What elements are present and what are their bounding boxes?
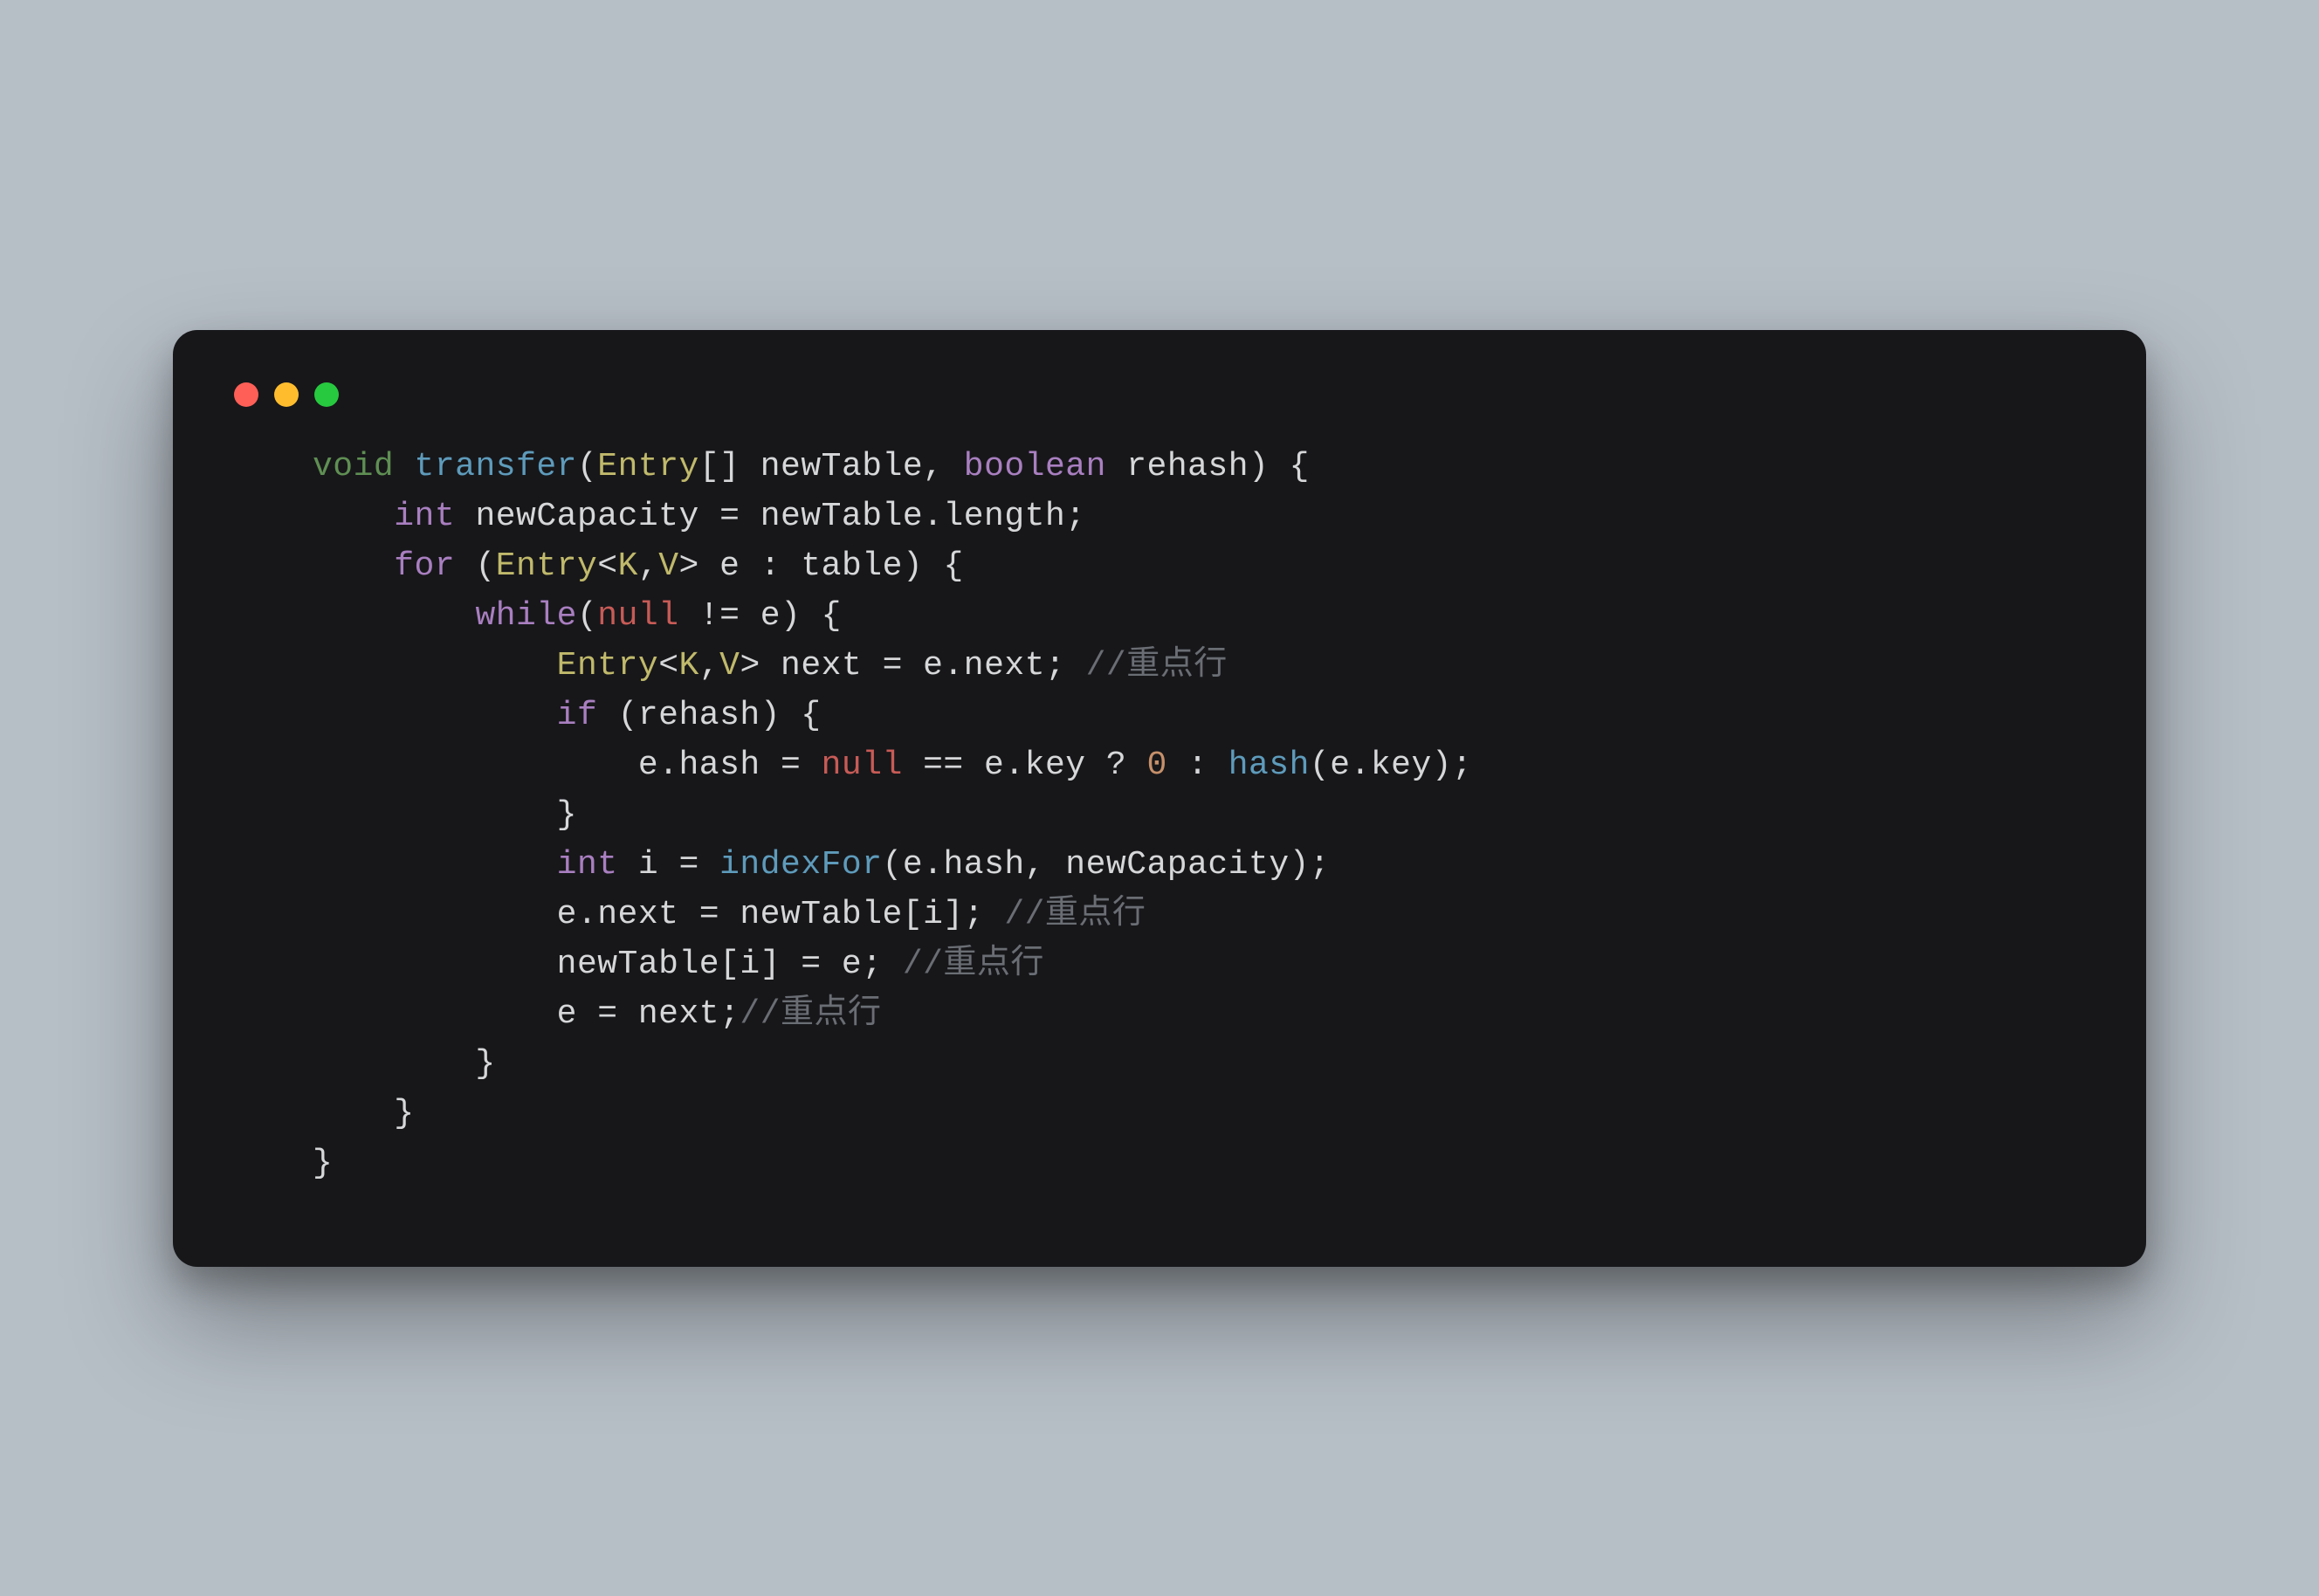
tok-indent	[313, 846, 557, 884]
tok-text: (rehash) {	[597, 697, 821, 734]
tok-punct: <	[658, 647, 678, 684]
tok-keyword: int	[394, 498, 455, 535]
tok-text: e.next = newTable[i];	[313, 896, 1004, 933]
tok-keyword: int	[557, 846, 618, 884]
tok-text: }	[313, 1145, 333, 1182]
tok-comment: //重点行	[1086, 647, 1228, 684]
tok-keyword: for	[394, 547, 455, 585]
close-icon[interactable]	[234, 382, 258, 407]
tok-comment: //重点行	[1004, 896, 1146, 933]
tok-text: != e) {	[679, 597, 842, 635]
tok-number: 0	[1146, 746, 1166, 784]
tok-punct: ,	[923, 448, 964, 485]
zoom-icon[interactable]	[314, 382, 339, 407]
tok-text: (e.key);	[1310, 746, 1472, 784]
tok-indent	[313, 647, 557, 684]
tok-text: }	[313, 1045, 496, 1083]
tok-comment: //重点行	[903, 946, 1044, 983]
tok-indent	[313, 746, 638, 784]
tok-text: e.hash =	[638, 746, 822, 784]
tok-type: V	[719, 647, 740, 684]
tok-null: null	[822, 746, 903, 784]
tok-punct: >	[740, 647, 760, 684]
minimize-icon[interactable]	[274, 382, 299, 407]
tok-type: Entry	[597, 448, 699, 485]
tok-punct: (	[577, 597, 597, 635]
tok-func: hash	[1228, 746, 1310, 784]
tok-text: :	[1167, 746, 1228, 784]
tok-punct: ,	[638, 547, 658, 585]
page-frame: void transfer(Entry[] newTable, boolean …	[0, 0, 2319, 1596]
tok-text: next = e.next;	[760, 647, 1086, 684]
tok-text: i =	[618, 846, 720, 884]
code-block: void transfer(Entry[] newTable, boolean …	[225, 442, 2094, 1188]
tok-punct: (	[455, 547, 496, 585]
tok-indent	[313, 697, 557, 734]
tok-ident: newTable	[740, 448, 923, 485]
tok-type: Entry	[557, 647, 659, 684]
tok-text: (e.hash, newCapacity);	[883, 846, 1331, 884]
tok-indent	[313, 597, 475, 635]
tok-text: newTable[i] = e;	[313, 946, 903, 983]
tok-func: indexFor	[719, 846, 882, 884]
tok-comment: //重点行	[740, 995, 881, 1033]
tok-ident: rehash	[1106, 448, 1249, 485]
tok-type: K	[679, 647, 699, 684]
tok-text: newCapacity = newTable.length;	[455, 498, 1085, 535]
tok-indent	[313, 547, 394, 585]
tok-indent	[313, 498, 394, 535]
tok-text: e : table) {	[699, 547, 964, 585]
tok-keyword: while	[475, 597, 577, 635]
tok-punct: <	[597, 547, 617, 585]
tok-text: }	[313, 796, 577, 834]
tok-keyword: if	[557, 697, 598, 734]
tok-type: Entry	[496, 547, 598, 585]
tok-void: void	[313, 448, 394, 485]
tok-text: == e.key ?	[903, 746, 1147, 784]
tok-type: K	[618, 547, 638, 585]
tok-punct: (	[577, 448, 597, 485]
tok-keyword: boolean	[964, 448, 1106, 485]
tok-punct: ,	[699, 647, 719, 684]
tok-text: e = next;	[313, 995, 740, 1033]
tok-punct: ) {	[1249, 448, 1310, 485]
window-titlebar	[225, 374, 2094, 442]
tok-func: transfer	[415, 448, 577, 485]
code-window: void transfer(Entry[] newTable, boolean …	[173, 330, 2146, 1267]
tok-text: }	[313, 1095, 415, 1132]
tok-type: V	[658, 547, 678, 585]
tok-punct: []	[699, 448, 740, 485]
tok-null: null	[597, 597, 678, 635]
tok-punct: >	[679, 547, 699, 585]
